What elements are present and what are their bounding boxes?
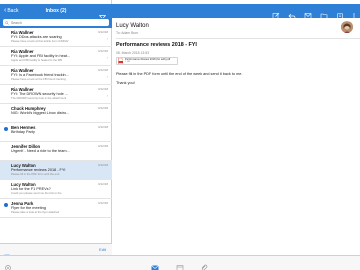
search-input[interactable]: [11, 19, 101, 26]
mail-item[interactable]: Ria Wallner 3/12/18 FYI: The DROWN secur…: [0, 85, 112, 104]
chevron-right-icon: ›: [106, 36, 108, 41]
message-subject: Performance reviews 2018 - FYI: [116, 42, 197, 48]
message-date: 08. March 2018 13:53: [116, 51, 149, 55]
mail-time: 3/12/18: [97, 49, 108, 53]
mail-item[interactable]: Chuck Humphrey 3/12/18 NIG: World's bigg…: [0, 104, 112, 123]
edit-button[interactable]: Edit: [99, 247, 106, 253]
mail-preview: Please take a look at the flyer attached: [11, 210, 60, 214]
unread-dot-icon: [3, 203, 8, 207]
chevron-right-icon: ›: [106, 74, 108, 79]
mail-preview: Please have a look at the FBI friend tra…: [11, 77, 66, 81]
mail-item[interactable]: Lucy Walton 3/12/18 Link for the F1 PREV…: [0, 180, 112, 199]
mail-time: 3/12/18: [97, 163, 108, 167]
header-divider: [116, 38, 360, 39]
unread-dot-icon: [3, 127, 8, 131]
calendar-icon[interactable]: [176, 259, 184, 270]
chevron-right-icon: ›: [106, 93, 108, 98]
body-paragraph: Thank you!: [116, 81, 135, 85]
inbox-bottom-bar: Edit: [0, 243, 112, 260]
inbox-header: ‹ Back Inbox (2): [0, 4, 112, 21]
mail-list: Ria Wallner 3/12/18 FYI: DDos attacks ar…: [0, 28, 112, 258]
compose-icon[interactable]: [272, 7, 280, 20]
message-body: Please fill in the PDF form until the en…: [116, 72, 346, 90]
mail-time: 3/12/18: [97, 125, 108, 129]
search-bar: [0, 18, 112, 28]
reply-icon[interactable]: [288, 7, 296, 19]
mail-icon[interactable]: [151, 259, 159, 270]
mail-preview: Please have a look at this article from …: [11, 39, 69, 43]
attachment-size: 1 MB: [125, 61, 131, 64]
mail-item[interactable]: Jenna Park 3/12/18 Flyer for the meeting…: [0, 199, 112, 218]
pdf-icon: [118, 58, 123, 64]
mail-preview: Could you please send me the link to the: [11, 191, 62, 195]
recipient-line: To: Adam Burn: [116, 31, 139, 35]
search-box[interactable]: [3, 19, 109, 26]
search-icon: [5, 20, 9, 25]
mail-preview: The DROWN security hole in the attachmen…: [11, 96, 67, 100]
settings-icon[interactable]: [4, 259, 12, 270]
trash-icon[interactable]: [336, 7, 344, 19]
reply-all-icon[interactable]: [304, 7, 312, 19]
mail-time: 3/12/18: [97, 68, 108, 72]
avatar[interactable]: [341, 21, 353, 33]
mail-item[interactable]: Ria Wallner 3/12/18 FYI: Is a Facebook f…: [0, 66, 112, 85]
mail-time: 3/12/18: [97, 182, 108, 186]
mail-time: 3/12/18: [97, 201, 108, 205]
mail-time: 3/12/18: [97, 106, 108, 110]
body-paragraph: Please fill in the PDF form until the en…: [116, 72, 243, 76]
mail-item[interactable]: Ria Wallner 3/12/18 FYI: Apple and FBI f…: [0, 47, 112, 66]
mail-preview: Apple and FBI facility is heated in the …: [11, 58, 63, 62]
more-icon[interactable]: [350, 7, 358, 19]
mail-time: 3/12/18: [97, 87, 108, 91]
mail-preview: Please fill in the PDF form until the en…: [11, 172, 60, 176]
mail-item[interactable]: Ria Wallner 3/12/18 FYI: DDos attacks ar…: [0, 28, 112, 47]
inbox-pane: ‹ Back Inbox (2) Ria Wallner 3/12/18 FYI…: [0, 0, 112, 270]
folder-icon[interactable]: [320, 7, 328, 19]
mail-item[interactable]: Jennifer Dillon 3/12/18 Urgent! - Need a…: [0, 142, 112, 161]
chevron-right-icon: ›: [106, 55, 108, 60]
mail-time: 3/12/18: [97, 30, 108, 34]
attachment-pdf[interactable]: Performance Review 2018 (for self).pdf 1…: [116, 57, 178, 65]
mail-item-selected[interactable]: Lucy Walton 3/12/18 Performance reviews …: [0, 161, 112, 180]
new-mail-icon[interactable]: [4, 247, 10, 260]
mail-subject: Birthday Party: [11, 130, 35, 134]
mail-item[interactable]: Ben Hermes 3/12/18 Birthday Party: [0, 123, 112, 142]
reading-pane: Lucy Walton To: Adam Burn Performance re…: [112, 0, 360, 255]
filter-icon[interactable]: [99, 8, 106, 21]
inbox-title: Inbox (2): [45, 8, 67, 14]
mail-subject: NIG: World's biggest Linux distro...: [11, 111, 70, 115]
mail-subject: Urgent! - Need a ride to the team...: [11, 149, 70, 153]
mail-time: 3/12/18: [97, 144, 108, 148]
attachment-icon[interactable]: [200, 259, 208, 270]
reader-toolbar: [112, 4, 360, 20]
sender-name[interactable]: Lucy Walton: [116, 23, 149, 30]
tab-bar: [0, 255, 360, 270]
